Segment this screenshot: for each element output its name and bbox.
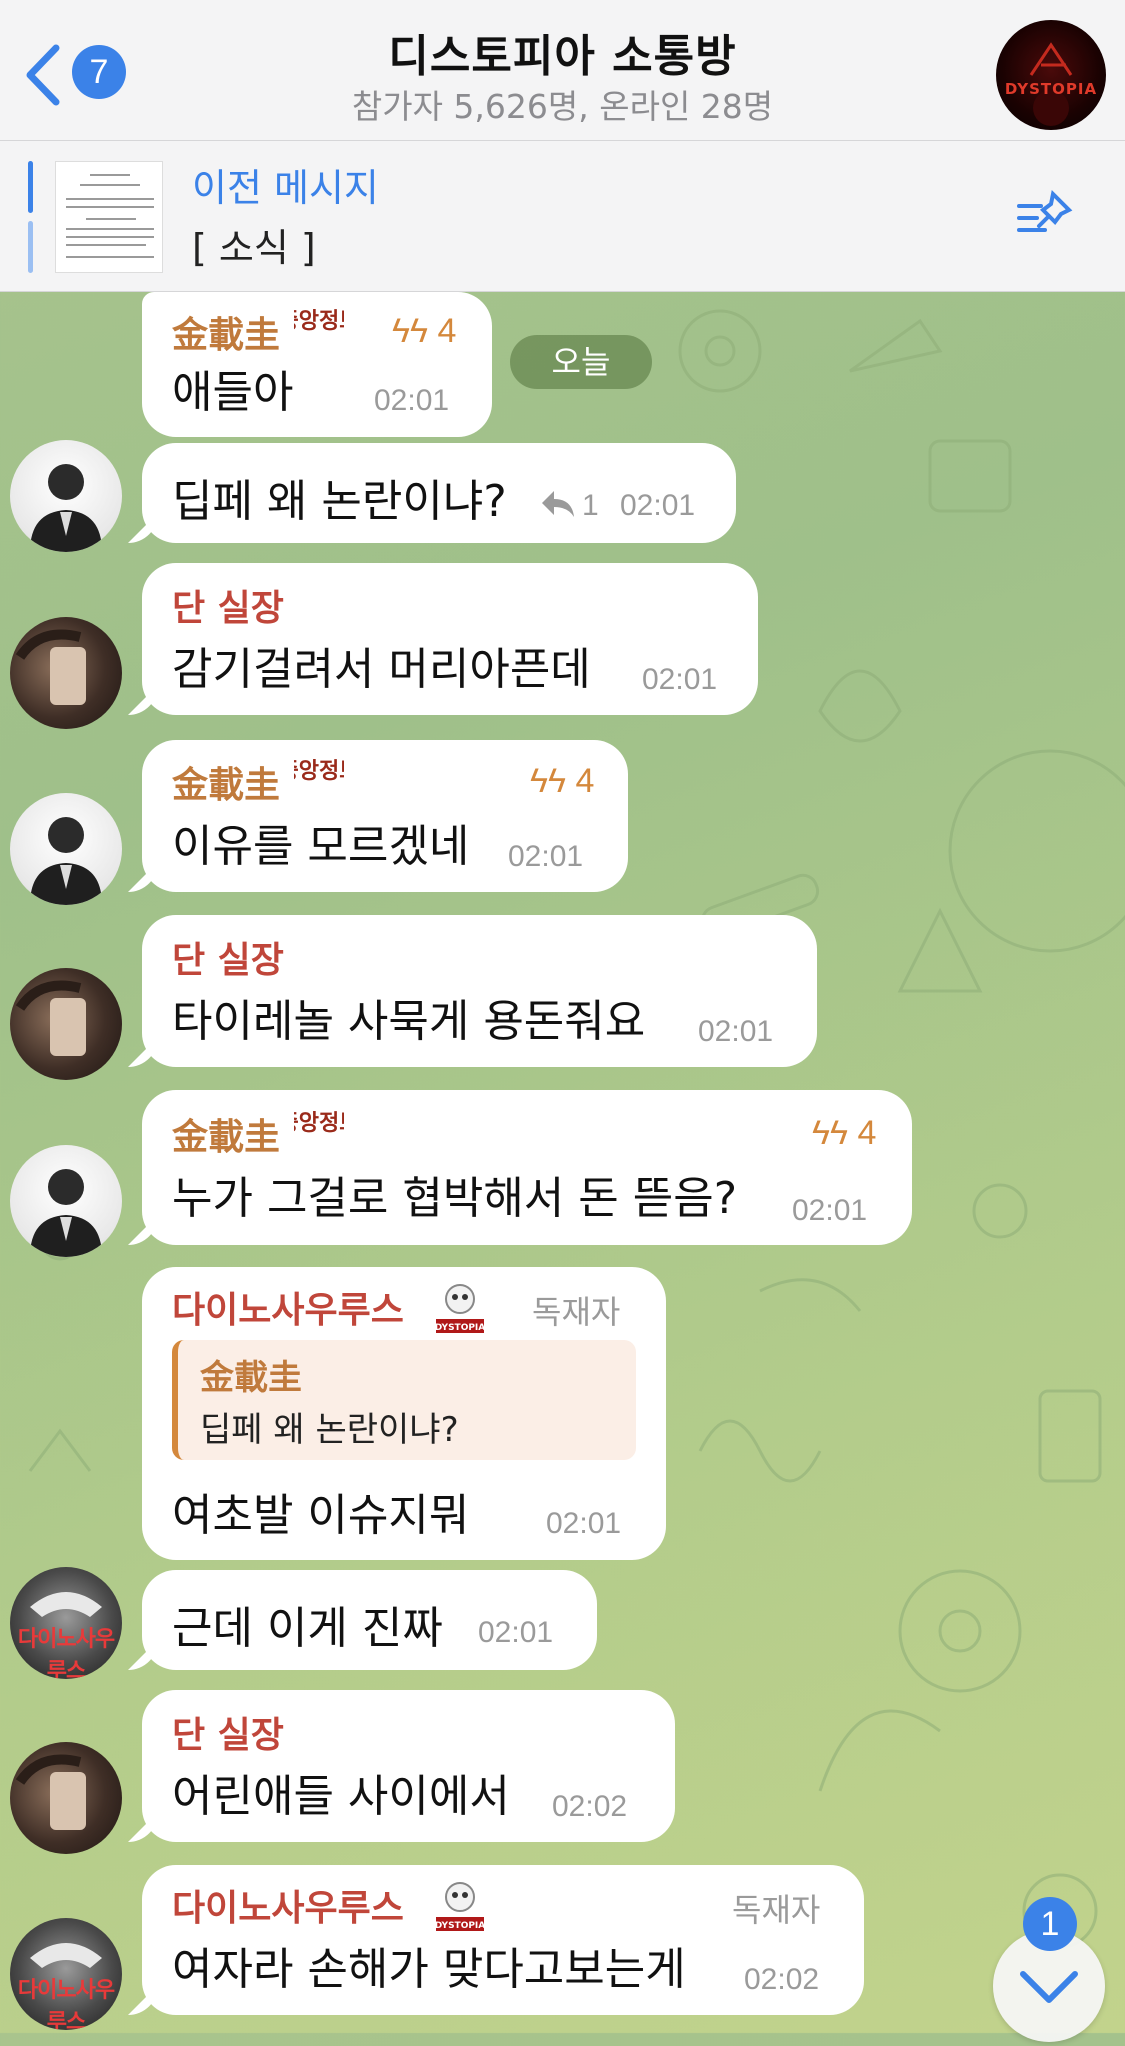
message-time: 02:01 <box>508 840 584 873</box>
member-role: 독재자 <box>732 1891 821 1929</box>
message-time: 02:02 <box>552 1790 628 1823</box>
boost-icon: ϟϟ <box>530 762 566 800</box>
pinned-indicator <box>28 221 33 273</box>
message-time: 02:01 <box>642 663 718 696</box>
boost-count: ϟϟ 4 <box>530 762 594 801</box>
message-text: 애들아 <box>172 367 294 418</box>
sender-name[interactable]: 金載圭 <box>172 1108 280 1160</box>
member-role: 독재자 <box>532 1293 621 1331</box>
rank-badge-text: 중앙정보 <box>294 309 344 334</box>
message-text: 타이레놀 사묵게 용돈줘요 <box>172 996 646 1047</box>
message-bubble[interactable]: 다이노사우루스 DYSTOPIA 독재자 여자라 손해가 맞다고보는게 02:0… <box>142 1865 864 2015</box>
message-bubble[interactable]: 金載圭 중앙정보 ϟϟ 4 이유를 모르겠네 02:01 <box>142 740 628 892</box>
avatar-kim[interactable] <box>10 1145 122 1257</box>
sender-name[interactable]: 단 실장 <box>172 931 284 983</box>
avatar-dan[interactable] <box>10 617 122 729</box>
avatar-dino[interactable]: 다이노사우루스 <box>10 1567 122 1679</box>
message-time: 02:01 <box>374 384 450 417</box>
unread-count-badge[interactable]: 1 <box>1023 1897 1077 1951</box>
boost-value: 4 <box>857 1114 877 1152</box>
message-text: 여자라 손해가 맞다고보는게 <box>172 1944 686 1995</box>
pinned-thumbnail <box>55 161 163 273</box>
group-avatar[interactable]: DYSTOPIA <box>996 20 1106 130</box>
sender-name[interactable]: 단 실장 <box>172 579 284 631</box>
message-time: 02:01 <box>546 1507 622 1540</box>
group-avatar-label: DYSTOPIA <box>1004 80 1098 98</box>
message-time: 02:01 <box>620 489 696 522</box>
rank-badge-text: 중앙정보 <box>294 1111 344 1136</box>
message-bubble[interactable]: 金載圭 중앙정보 ϟϟ 4 누가 그걸로 협박해서 돈 뜯음? 02:01 <box>142 1090 912 1245</box>
chat-subtitle: 참가자 5,626명, 온라인 28명 <box>351 87 774 126</box>
sender-name[interactable]: 金載圭 <box>172 756 280 808</box>
rank-badge-text: 중앙정보 <box>294 759 344 784</box>
message-text: 누가 그걸로 협박해서 돈 뜯음? <box>172 1173 738 1224</box>
rank-badge-icon: 중앙정보 <box>279 304 360 360</box>
message-bubble[interactable]: 근데 이게 진짜 02:01 <box>142 1570 597 1670</box>
sender-name[interactable]: 다이노사우루스 <box>172 1281 404 1333</box>
rank-badge-icon: 중앙정보 <box>279 754 360 810</box>
boost-value: 4 <box>575 762 595 800</box>
message-text: 감기걸려서 머리아픈데 <box>172 644 591 695</box>
message-text: 딥페 왜 논란이냐? <box>172 476 507 527</box>
message-bubble[interactable]: 단 실장 어린애들 사이에서 02:02 <box>142 1690 675 1842</box>
message-bubble[interactable]: 단 실장 감기걸려서 머리아픈데 02:01 <box>142 563 758 715</box>
boost-count: ϟϟ 4 <box>392 312 456 351</box>
message-text: 근데 이게 진짜 <box>172 1603 443 1654</box>
avatar-dan[interactable] <box>10 1742 122 1854</box>
boost-count: ϟϟ 4 <box>812 1114 876 1153</box>
avatar-dino-label: 다이노사우루스 <box>17 1627 115 1679</box>
avatar-dan[interactable] <box>10 968 122 1080</box>
pinned-indicator-active <box>28 161 33 213</box>
message-text: 이유를 모르겠네 <box>172 821 470 872</box>
message-bubble[interactable]: 단 실장 타이레놀 사묵게 용돈줘요 02:01 <box>142 915 817 1067</box>
dystopia-badge-icon: DYSTOPIA <box>432 1277 485 1333</box>
message-text: 여초발 이슈지뭐 <box>172 1490 470 1541</box>
quoted-reply[interactable]: 金載圭 딥페 왜 논란이냐? <box>172 1340 636 1460</box>
message-time: 02:02 <box>744 1963 820 1996</box>
avatar-dino-label: 다이노사우루스 <box>17 1978 115 2030</box>
quoted-sender: 金載圭 <box>200 1358 302 1398</box>
boost-value: 4 <box>437 312 457 350</box>
boost-icon: ϟϟ <box>812 1114 848 1152</box>
boost-icon: ϟϟ <box>392 312 428 350</box>
sender-name[interactable]: 金載圭 <box>172 306 280 358</box>
pinned-text: [ 소식 ] <box>192 226 316 270</box>
reply-icon <box>540 489 576 523</box>
date-separator: 오늘 <box>510 335 652 389</box>
rank-badge-icon: 중앙정보 <box>279 1106 360 1162</box>
dystopia-badge-text: DYSTOPIA <box>435 1921 486 1931</box>
chat-header: 7 디스토피아 소통방 참가자 5,626명, 온라인 28명 DYSTOPIA <box>0 0 1125 141</box>
message-bubble[interactable]: 金載圭 중앙정보 ϟϟ 4 애들아 02:01 <box>142 292 492 437</box>
message-text: 어린애들 사이에서 <box>172 1771 510 1822</box>
avatar-dino[interactable]: 다이노사우루스 <box>10 1918 122 2030</box>
avatar-kim[interactable] <box>10 440 122 552</box>
sender-name[interactable]: 다이노사우루스 <box>172 1879 404 1931</box>
chat-title[interactable]: 디스토피아 소통방 <box>0 20 1125 84</box>
dystopia-badge-text: DYSTOPIA <box>435 1323 486 1333</box>
pinned-title: 이전 메시지 <box>192 166 379 210</box>
avatar-kim[interactable] <box>10 793 122 905</box>
dystopia-badge-icon: DYSTOPIA <box>432 1875 485 1931</box>
message-time: 02:01 <box>792 1194 868 1227</box>
sender-name[interactable]: 단 실장 <box>172 1706 284 1758</box>
pinned-message-bar[interactable]: 이전 메시지 [ 소식 ] <box>0 141 1125 292</box>
message-bubble[interactable]: 딥페 왜 논란이냐? 1 02:01 <box>142 443 736 543</box>
message-time: 02:01 <box>478 1616 554 1649</box>
pinned-list-icon[interactable] <box>1015 188 1075 244</box>
reply-count: 1 <box>582 489 599 522</box>
message-time: 02:01 <box>698 1015 774 1048</box>
quoted-text: 딥페 왜 논란이냐? <box>200 1410 459 1450</box>
